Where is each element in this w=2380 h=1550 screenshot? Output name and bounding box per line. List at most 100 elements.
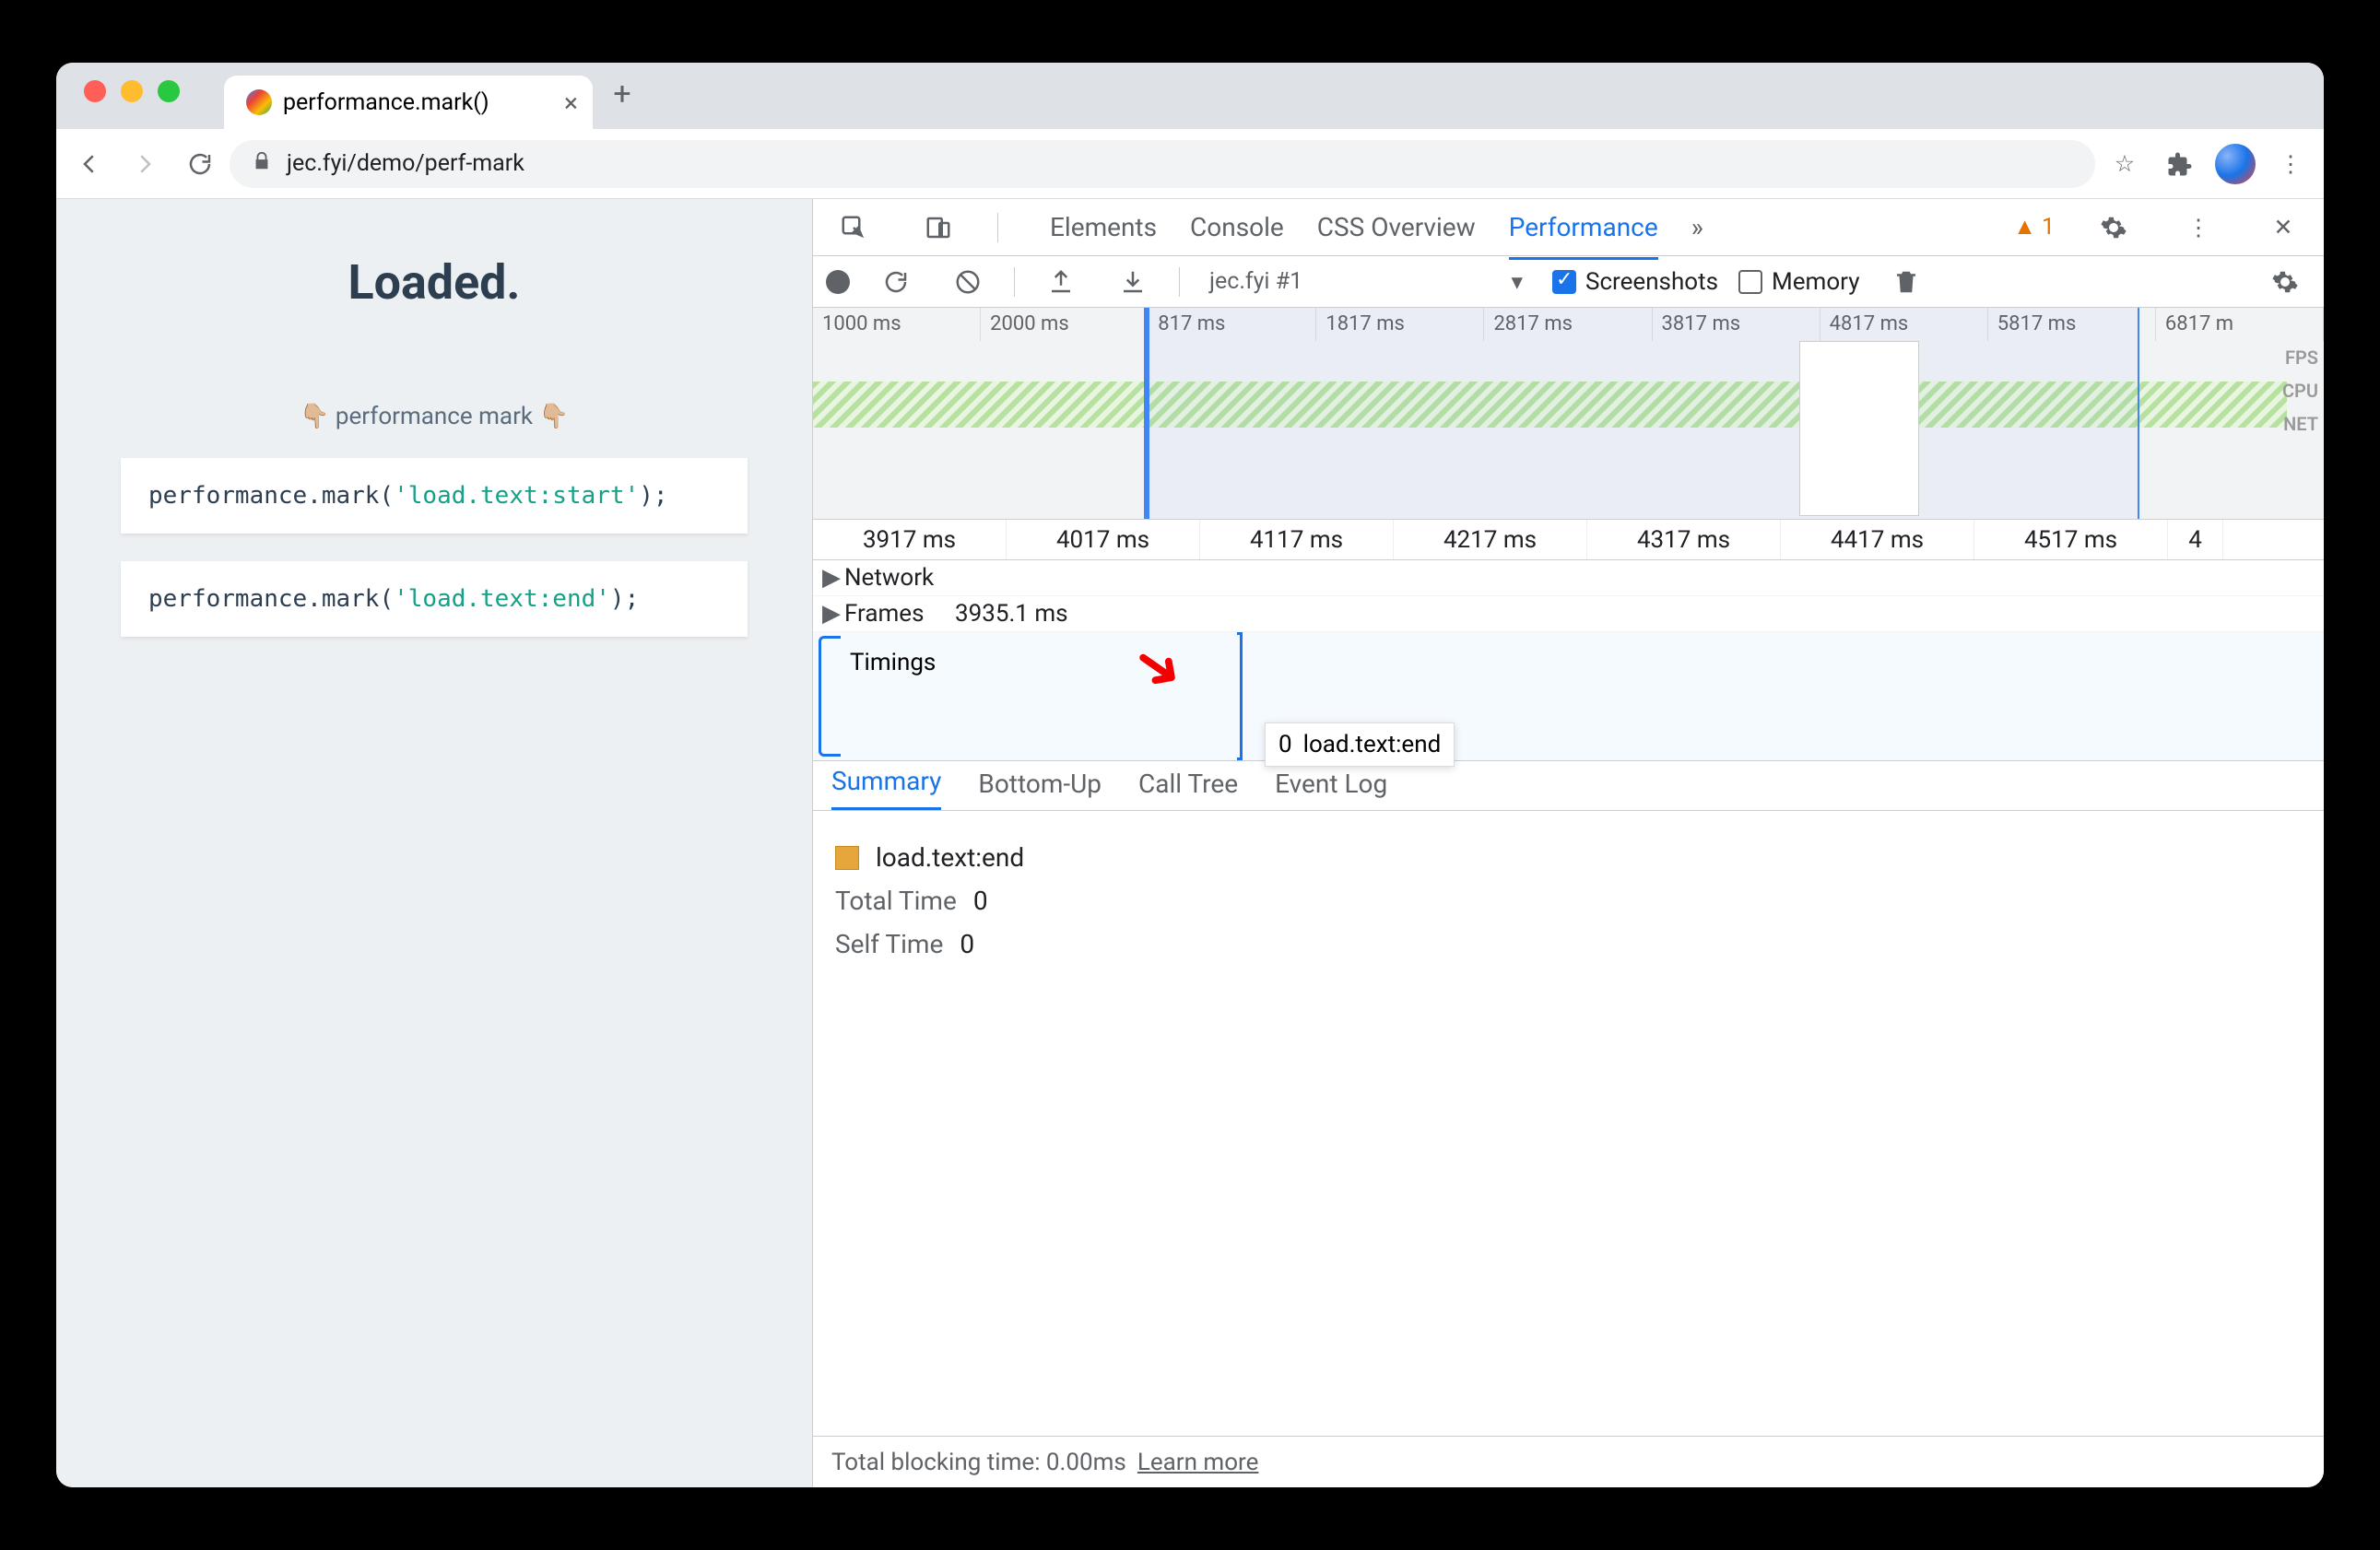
lane-label: CPU	[2282, 374, 2318, 407]
ruler-tick: 4417 ms	[1781, 520, 1974, 559]
clear-button[interactable]	[942, 256, 994, 308]
profile-avatar[interactable]	[2209, 138, 2261, 190]
subtab-summary[interactable]: Summary	[831, 766, 941, 810]
page-heading: Loaded.	[56, 254, 812, 311]
tab-elements[interactable]: Elements	[1050, 212, 1157, 260]
viewport-handle-left[interactable]	[1144, 308, 1149, 519]
collapse-arrow-icon: ▶	[822, 600, 844, 628]
capture-settings-button[interactable]	[2259, 256, 2311, 308]
lane-label: NET	[2282, 407, 2318, 440]
timing-tooltip: 0 load.text:end	[1265, 722, 1455, 767]
lock-icon	[252, 151, 272, 177]
code-text: performance.mark(	[148, 482, 394, 510]
collapse-arrow-icon: ▶	[822, 564, 844, 592]
close-devtools-button[interactable]: ✕	[2257, 202, 2309, 253]
track-timings[interactable]: Timings ➜ 0 load.text:end	[813, 632, 2324, 761]
back-button[interactable]	[64, 138, 115, 190]
inspect-element-button[interactable]	[828, 202, 879, 253]
profile-select[interactable]: jec.fyi #1 ▾	[1200, 264, 1532, 299]
code-text: performance.mark(	[148, 585, 394, 613]
overview-lane-labels: FPS CPU NET	[2282, 341, 2318, 440]
content-split: Loaded. 👇🏼 performance mark 👇🏼 performan…	[56, 199, 2324, 1487]
maximize-window-button[interactable]	[158, 80, 180, 102]
checkbox-label: Memory	[1772, 268, 1859, 296]
code-string: 'load.text:start'	[394, 482, 639, 510]
memory-checkbox[interactable]: Memory	[1738, 268, 1859, 296]
track-label: Frames	[844, 600, 955, 628]
subtab-call-tree[interactable]: Call Tree	[1138, 769, 1238, 810]
download-button[interactable]	[1107, 256, 1159, 308]
performance-overview[interactable]: 1000 ms 2000 ms 817 ms 1817 ms 2817 ms 3…	[813, 308, 2324, 520]
self-time-label: Self Time	[835, 929, 943, 959]
ruler-tick: 4017 ms	[1007, 520, 1200, 559]
total-time-value: 0	[973, 886, 988, 916]
address-bar: jec.fyi/demo/perf-mark ☆ ⋮	[56, 129, 2324, 199]
track-network[interactable]: ▶ Network	[813, 560, 2324, 596]
timing-bracket	[819, 636, 841, 757]
code-text: );	[639, 482, 667, 510]
forward-button[interactable]	[119, 138, 171, 190]
frames-time: 3935.1 ms	[955, 600, 1068, 628]
tooltip-value: 0	[1278, 731, 1292, 758]
subtab-bottom-up[interactable]: Bottom-Up	[978, 769, 1102, 810]
ruler-tick: 4117 ms	[1200, 520, 1394, 559]
ruler-tick: 4517 ms	[1974, 520, 2168, 559]
divider	[1179, 267, 1180, 297]
checkbox-checked-icon	[1552, 270, 1576, 294]
detail-ruler: 3917 ms 4017 ms 4117 ms 4217 ms 4317 ms …	[813, 520, 2324, 560]
settings-button[interactable]	[2088, 202, 2139, 253]
subtab-event-log[interactable]: Event Log	[1275, 769, 1387, 810]
timing-marker[interactable]	[1237, 632, 1243, 760]
ruler-tick: 4317 ms	[1587, 520, 1781, 559]
close-tab-button[interactable]: ×	[564, 88, 578, 118]
upload-button[interactable]	[1035, 256, 1087, 308]
profile-name: jec.fyi #1	[1209, 268, 1302, 295]
record-button[interactable]	[826, 270, 850, 294]
self-time-value: 0	[960, 929, 974, 959]
tab-performance[interactable]: Performance	[1509, 212, 1658, 260]
divider	[997, 213, 998, 242]
device-toggle-button[interactable]	[913, 202, 964, 253]
checkbox-icon	[1738, 270, 1762, 294]
ruler-tick: 3917 ms	[813, 520, 1007, 559]
code-text: );	[610, 585, 639, 613]
reload-button[interactable]	[174, 138, 226, 190]
url-text: jec.fyi/demo/perf-mark	[287, 150, 524, 177]
code-string: 'load.text:end'	[394, 585, 610, 613]
track-frames[interactable]: ▶ Frames 3935.1 ms	[813, 596, 2324, 632]
ruler-tick: 4217 ms	[1394, 520, 1587, 559]
tab-css-overview[interactable]: CSS Overview	[1317, 212, 1476, 260]
learn-more-link[interactable]: Learn more	[1137, 1449, 1259, 1476]
overview-viewport[interactable]	[1145, 308, 2139, 519]
trash-button[interactable]	[1880, 256, 1932, 308]
page-subtitle: 👇🏼 performance mark 👇🏼	[56, 403, 812, 430]
omnibox[interactable]: jec.fyi/demo/perf-mark	[230, 140, 2095, 188]
ruler-tick: 1000 ms	[813, 308, 981, 341]
screenshots-checkbox[interactable]: Screenshots	[1552, 268, 1718, 296]
overview-thumbnail	[1799, 341, 1919, 516]
tab-title: performance.mark()	[283, 89, 489, 116]
detail-tabs: Summary Bottom-Up Call Tree Event Log	[813, 761, 2324, 811]
annotation-arrow-icon: ➜	[1118, 624, 1198, 709]
new-tab-button[interactable]: +	[600, 72, 644, 116]
browser-window: performance.mark() × + jec.fyi/demo/perf…	[56, 63, 2324, 1487]
minimize-window-button[interactable]	[121, 80, 143, 102]
menu-button[interactable]: ⋮	[2265, 138, 2316, 190]
tab-console[interactable]: Console	[1190, 212, 1284, 260]
code-block-1: performance.mark('load.text:start');	[121, 458, 748, 534]
star-button[interactable]: ☆	[2099, 138, 2150, 190]
close-window-button[interactable]	[84, 80, 106, 102]
page-content: Loaded. 👇🏼 performance mark 👇🏼 performan…	[56, 199, 812, 1487]
track-label: Network	[844, 564, 955, 592]
warnings-badge[interactable]: ▲ 1	[2013, 214, 2055, 241]
lane-label: FPS	[2282, 341, 2318, 374]
devtools-panel: Elements Console CSS Overview Performanc…	[812, 199, 2324, 1487]
titlebar: performance.mark() × +	[56, 63, 2324, 129]
extensions-button[interactable]	[2154, 138, 2206, 190]
chevron-down-icon: ▾	[1511, 268, 1523, 296]
browser-tab[interactable]: performance.mark() ×	[224, 76, 593, 129]
kebab-menu-button[interactable]: ⋮	[2173, 202, 2224, 253]
ruler-tick: 4	[2168, 520, 2223, 559]
more-tabs-button[interactable]: »	[1691, 212, 1703, 260]
reload-record-button[interactable]	[870, 256, 922, 308]
